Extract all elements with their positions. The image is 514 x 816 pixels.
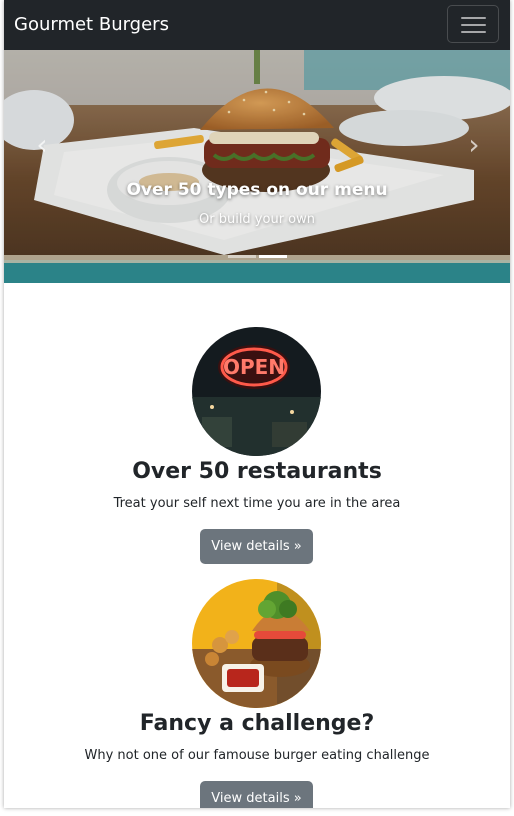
svg-text:OPEN: OPEN: [223, 355, 285, 379]
burger-hero-photo: [4, 50, 510, 283]
navbar: Gourmet Burgers: [4, 0, 510, 50]
carousel-indicator-2[interactable]: [259, 255, 287, 258]
neon-open-sign-photo: OPEN: [192, 327, 321, 456]
chevron-right-icon: ›: [468, 128, 480, 161]
burger-and-fries-photo: [192, 579, 321, 708]
feature-text: Treat your self next time you are in the…: [113, 496, 401, 511]
carousel-indicator-1[interactable]: [228, 255, 256, 258]
feature-title: Fancy a challenge?: [139, 711, 375, 736]
hamburger-menu-icon: [461, 17, 486, 19]
chevron-left-icon: ‹: [36, 128, 48, 161]
navbar-toggler-button[interactable]: [447, 5, 499, 43]
carousel-prev-button[interactable]: ‹: [22, 125, 62, 165]
carousel-caption-subtitle: Or build your own: [199, 212, 315, 227]
carousel-caption-title: Over 50 types on our menu: [126, 180, 388, 200]
hero-carousel: ‹ › Over 50 types on our menu Or build y…: [4, 50, 510, 283]
carousel-next-button[interactable]: ›: [454, 125, 494, 165]
page-frame: Gourmet Burgers ‹ › Over 50 types on our…: [4, 0, 510, 808]
brand-title[interactable]: Gourmet Burgers: [14, 13, 169, 37]
view-details-button[interactable]: View details »: [200, 781, 313, 808]
view-details-button[interactable]: View details »: [200, 529, 313, 564]
feature-title: Over 50 restaurants: [132, 459, 382, 484]
feature-text: Why not one of our famouse burger eating…: [84, 748, 430, 763]
